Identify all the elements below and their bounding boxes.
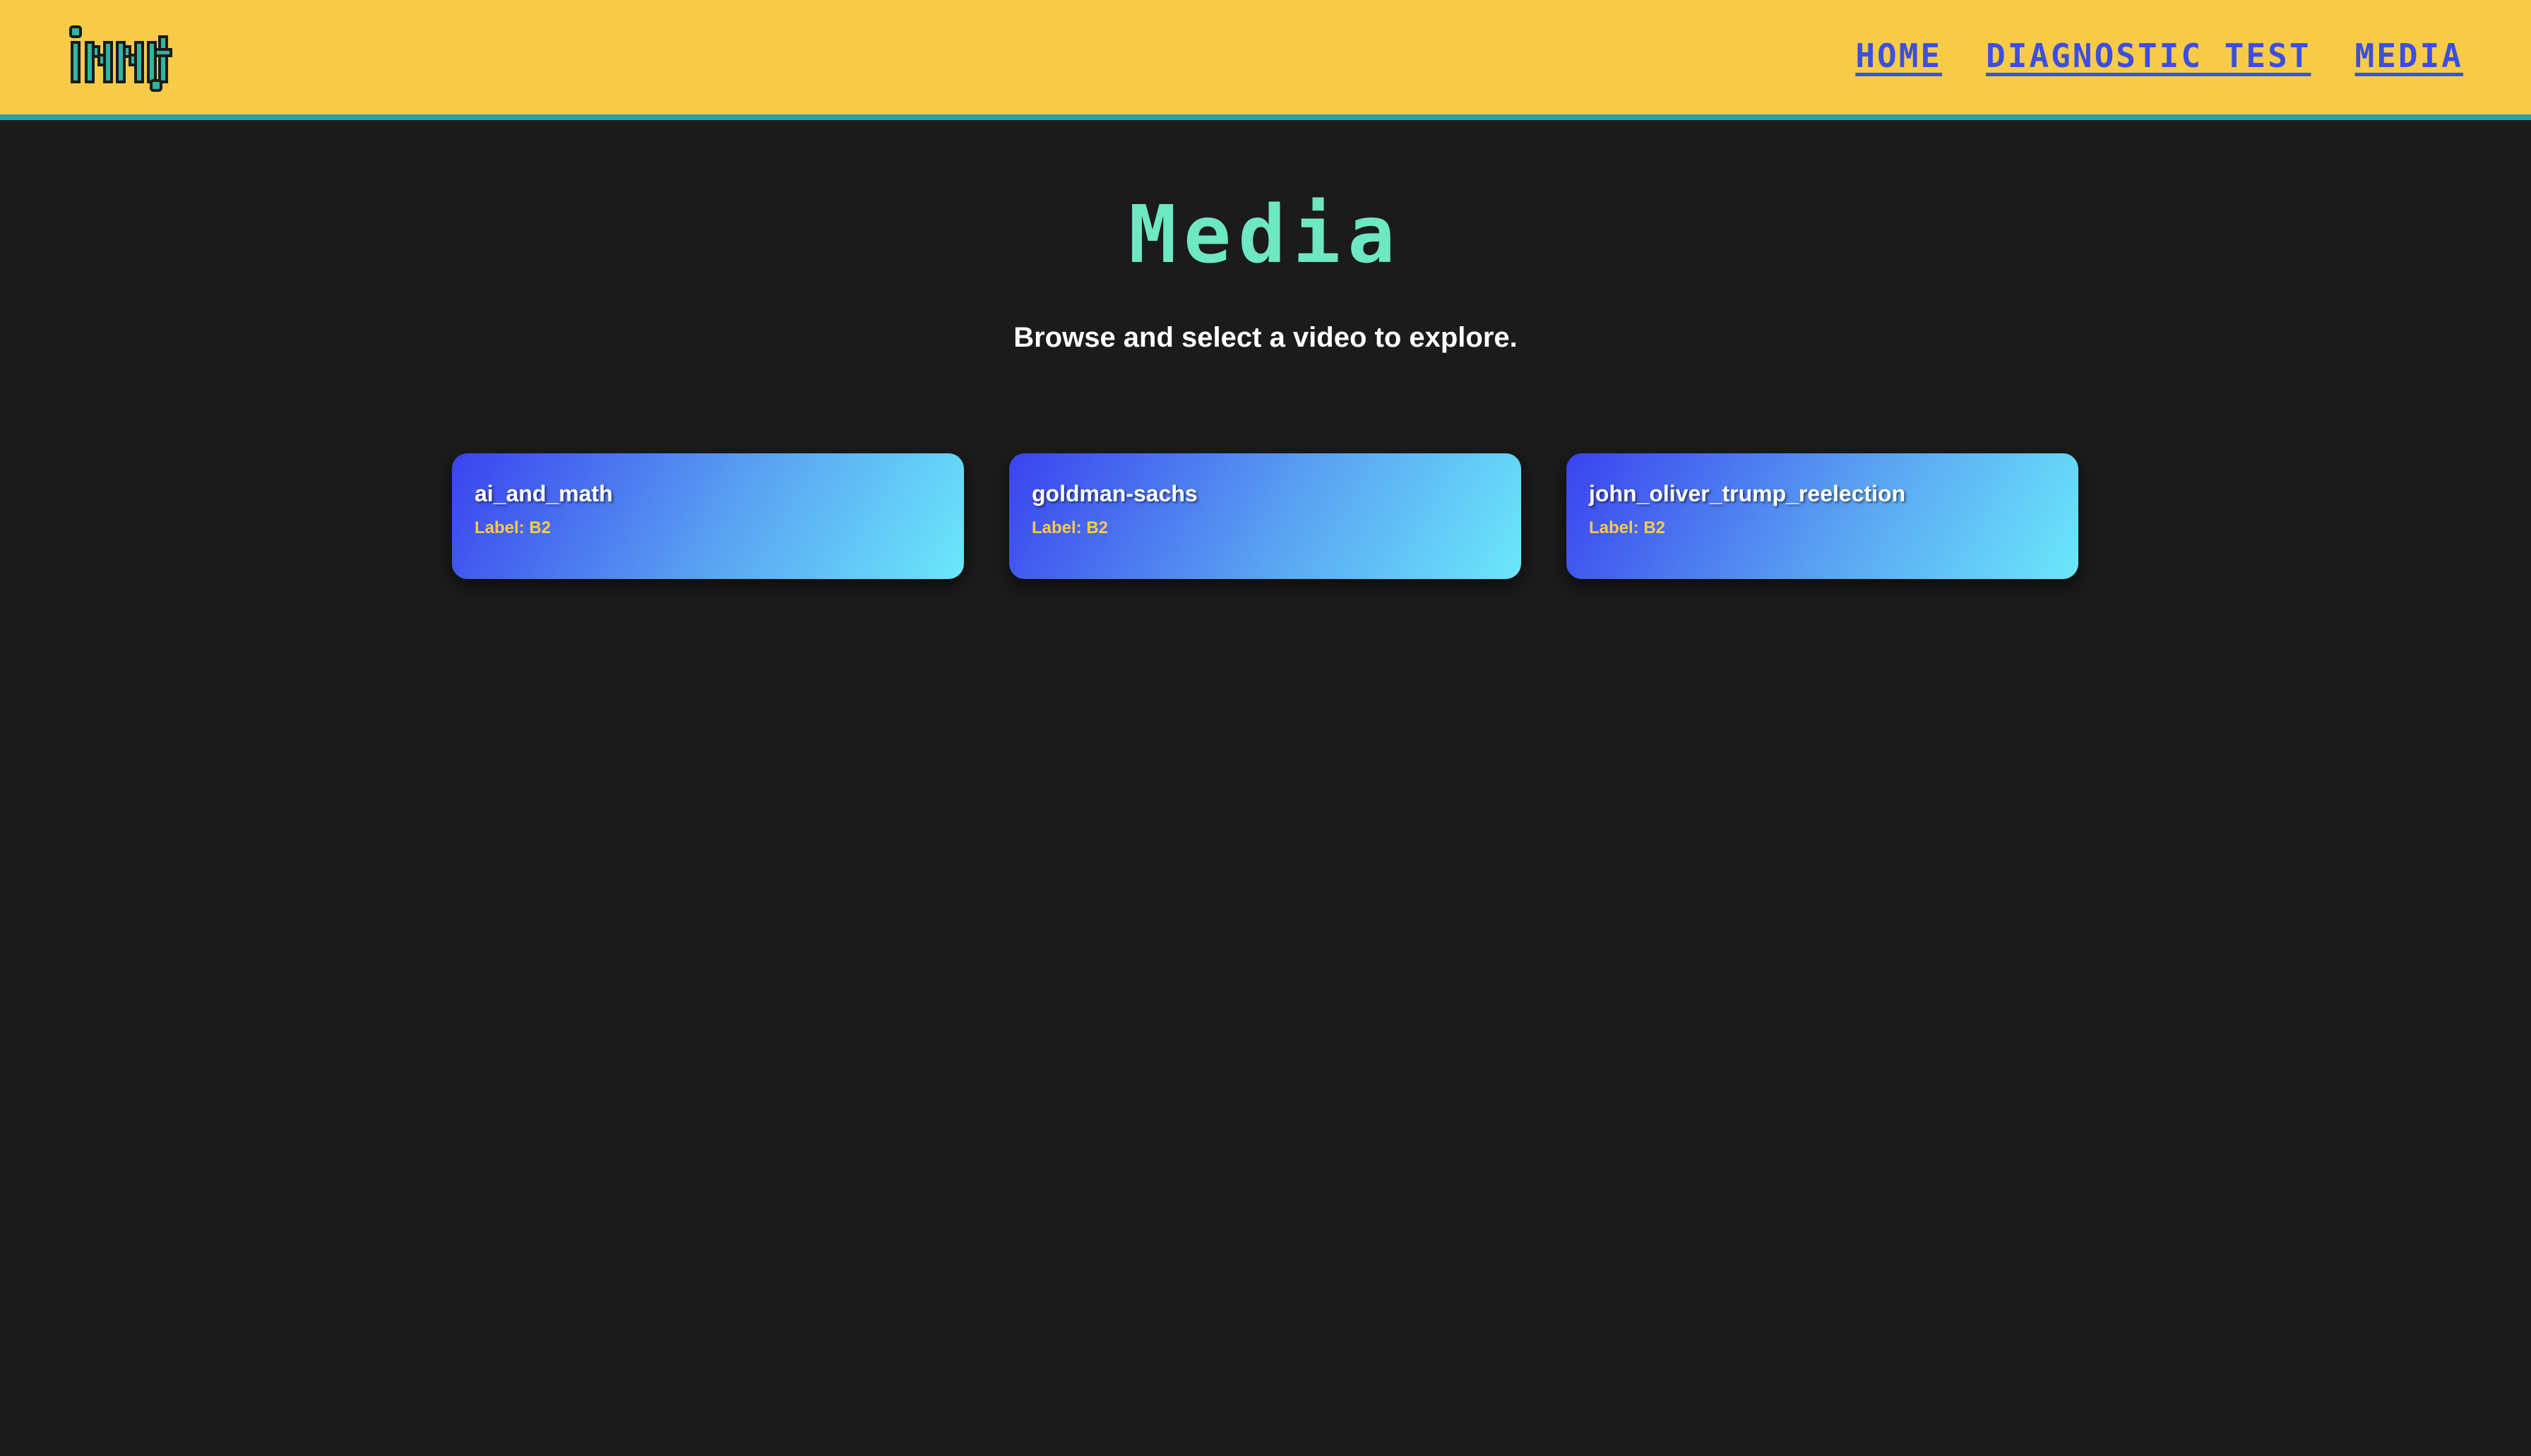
- video-card-title: goldman-sachs: [1032, 481, 1198, 506]
- video-card[interactable]: john_oliver_trump_reelection Label: B2: [1566, 453, 2078, 579]
- video-card-label: Label: B2: [1032, 518, 1109, 538]
- nav-home-link[interactable]: HOME: [1855, 37, 1942, 75]
- main-nav: HOME DIAGNOSTIC TEST MEDIA: [1855, 37, 2463, 75]
- video-card-grid: ai_and_math Label: B2 goldman-sachs Labe…: [452, 453, 2079, 579]
- video-card-title: john_oliver_trump_reelection: [1589, 481, 1906, 506]
- page-subtitle: Browse and select a video to explore.: [1013, 322, 1518, 353]
- video-card-title: ai_and_math: [475, 481, 613, 506]
- video-card-label: Label: B2: [475, 518, 552, 538]
- top-header: HOME DIAGNOSTIC TEST MEDIA: [0, 0, 2531, 120]
- video-card[interactable]: ai_and_math Label: B2: [452, 453, 964, 579]
- nav-media-link[interactable]: MEDIA: [2355, 37, 2463, 75]
- nav-diagnostic-test-link[interactable]: DIAGNOSTIC TEST: [1986, 37, 2311, 75]
- innit-logo-icon[interactable]: [68, 21, 174, 95]
- video-card[interactable]: goldman-sachs Label: B2: [1009, 453, 1521, 579]
- video-card-label: Label: B2: [1589, 518, 1666, 538]
- page-title: Media: [1128, 189, 1403, 281]
